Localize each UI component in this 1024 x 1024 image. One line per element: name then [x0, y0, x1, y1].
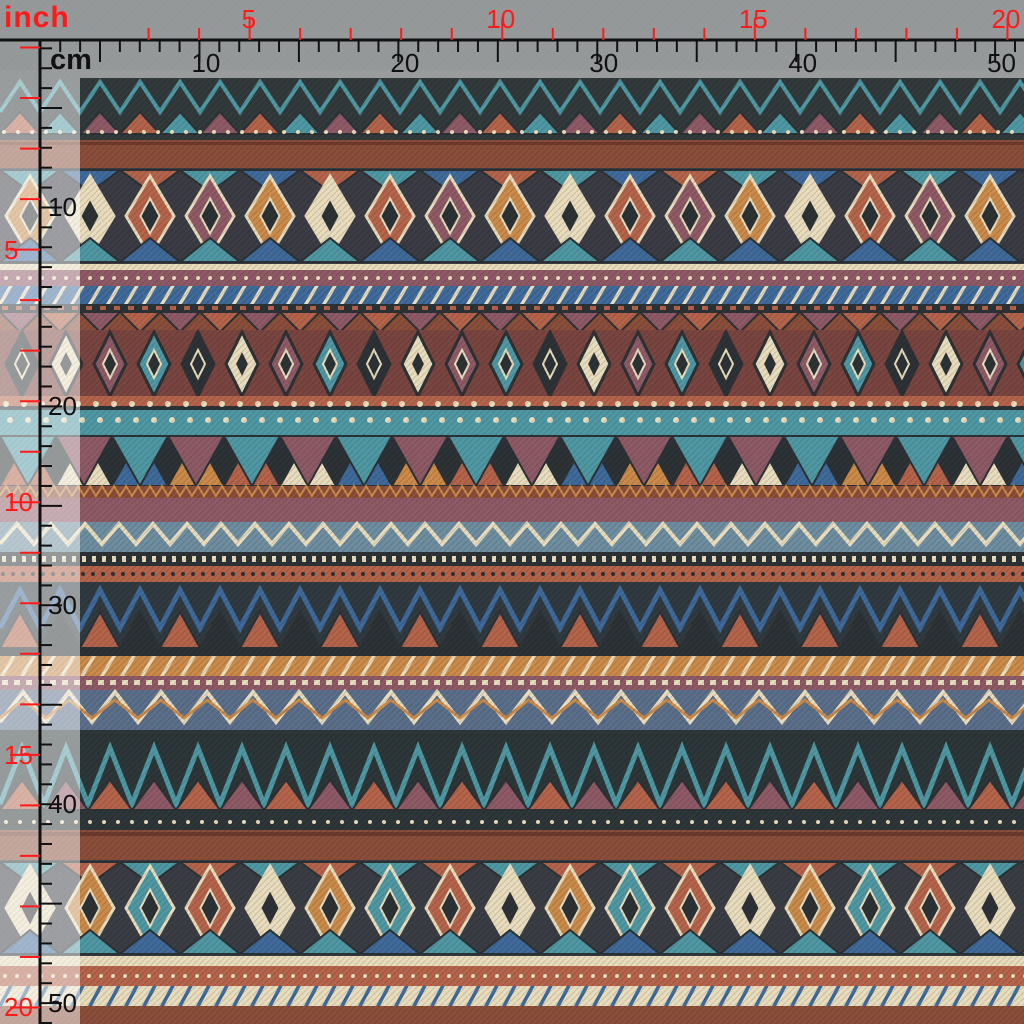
inch-top-label: 15 [738, 4, 768, 34]
cm-top-label: 20 [390, 48, 420, 78]
inch-left-label: 5 [4, 234, 19, 265]
cm-top-label: 50 [987, 48, 1017, 78]
cm-left-label: 40 [48, 789, 77, 820]
cm-left-label: 50 [48, 988, 77, 1019]
inch-left-label: 20 [4, 992, 33, 1023]
cm-top-label: 40 [788, 48, 818, 78]
cm-top-label: 30 [589, 48, 619, 78]
cm-unit-label: cm [50, 44, 92, 76]
cm-left-label: 20 [48, 391, 77, 422]
inch-unit-label: inch [4, 1, 70, 34]
inch-left-label: 10 [4, 487, 33, 518]
measurement-ruler [0, 0, 1024, 1024]
cm-top-label: 10 [191, 48, 221, 78]
cm-left-label: 30 [48, 590, 77, 621]
cm-left-label: 10 [48, 192, 77, 223]
inch-top-label: 20 [991, 4, 1021, 34]
inch-left-label: 15 [4, 739, 33, 770]
inch-top-label: 5 [241, 4, 257, 34]
inch-top-label: 10 [486, 4, 516, 34]
